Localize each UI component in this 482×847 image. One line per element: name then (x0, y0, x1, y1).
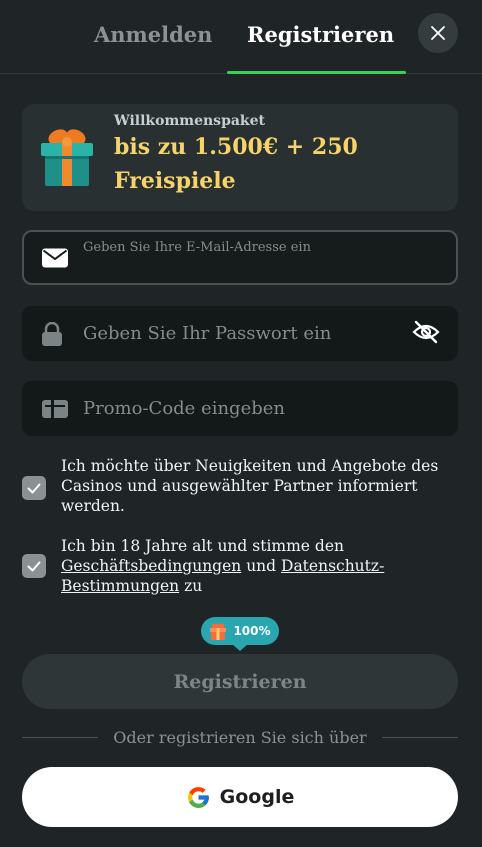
divider-text: Oder registrieren Sie sich über (113, 727, 367, 747)
terms-link[interactable]: Geschäftsbedingungen (61, 557, 241, 575)
tab-login[interactable]: Anmelden (94, 22, 212, 47)
google-button-label: Google (219, 786, 295, 808)
progress-value: 100% (233, 624, 271, 638)
newsletter-checkbox[interactable] (22, 476, 46, 500)
email-input[interactable] (83, 237, 408, 257)
google-icon (187, 786, 209, 808)
divider-line-left (22, 736, 99, 738)
close-icon (431, 26, 445, 40)
close-button[interactable] (418, 13, 458, 53)
bonus-value: bis zu 1.500€ + 250 Freispiele (114, 134, 358, 194)
checkmark-icon (27, 483, 41, 493)
google-signup-button[interactable]: Google (22, 767, 458, 827)
terms-checkbox[interactable] (22, 554, 46, 578)
newsletter-consent-text: Ich möchte über Neuigkeiten und Angebote… (61, 457, 439, 515)
voucher-icon (42, 399, 68, 418)
bonus-label: Willkommenspaket (114, 113, 265, 129)
eye-off-icon (412, 320, 440, 343)
newsletter-consent: Ich möchte über Neuigkeiten und Angebote… (22, 456, 458, 516)
lock-icon (42, 321, 62, 346)
email-field[interactable] (22, 230, 458, 285)
active-tab-indicator (227, 71, 406, 74)
checkmark-icon (27, 561, 41, 571)
terms-text-middle: und (241, 557, 282, 575)
password-input[interactable] (83, 308, 408, 359)
terms-consent-text: Ich bin 18 Jahre alt und stimme den Gesc… (61, 536, 458, 596)
divider-line-right (381, 736, 458, 738)
promo-code-input[interactable] (83, 383, 408, 434)
terms-text-after: zu (179, 577, 203, 595)
tab-register[interactable]: Registrieren (247, 22, 394, 47)
toggle-password-visibility[interactable] (412, 320, 440, 348)
auth-tabs: Anmelden Registrieren (0, 0, 482, 74)
gift-icon (41, 129, 93, 186)
terms-consent: Ich bin 18 Jahre alt und stimme den Gesc… (22, 536, 458, 596)
welcome-bonus-card: Willkommenspaket bis zu 1.500€ + 250 Fre… (22, 104, 458, 211)
register-button[interactable]: Registrieren (22, 654, 458, 709)
terms-text-before: Ich bin 18 Jahre alt und stimme den (61, 537, 344, 555)
password-field[interactable] (22, 306, 458, 361)
mail-icon (42, 248, 68, 267)
alternative-signup-divider: Oder registrieren Sie sich über (22, 726, 458, 748)
progress-badge: 100% (201, 617, 279, 651)
gift-icon (210, 623, 227, 640)
promo-code-field[interactable] (22, 381, 458, 436)
